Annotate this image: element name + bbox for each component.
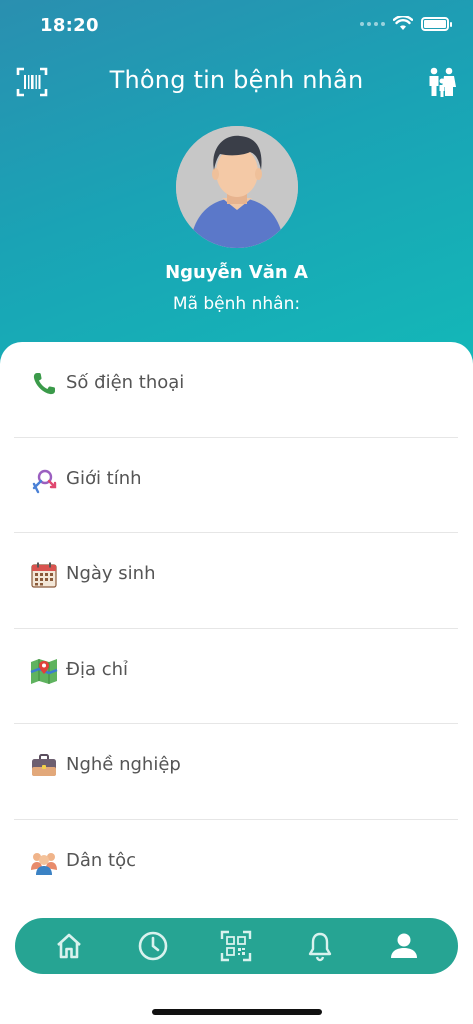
info-row-label: Nghề nghiệp — [66, 754, 181, 775]
nav-qr-scan[interactable] — [219, 929, 253, 963]
battery-icon — [421, 16, 452, 31]
info-row-occupation[interactable]: Nghề nghiệp — [14, 724, 458, 820]
gender-icon — [32, 469, 57, 493]
info-row-address[interactable]: Địa chỉ — [14, 629, 458, 724]
patient-code-label: Mã bệnh nhân: — [172, 294, 301, 314]
avatar-person-image — [176, 126, 298, 248]
clock-icon — [138, 931, 167, 961]
info-row-phone[interactable]: Số điện thoại — [14, 342, 458, 438]
info-row-label: Giới tính — [66, 467, 142, 489]
nav-profile[interactable] — [387, 929, 421, 963]
avatar[interactable] — [176, 126, 298, 248]
home-indicator — [152, 1009, 322, 1015]
signal-icon — [360, 21, 385, 26]
info-row-gender[interactable]: Giới tính — [14, 438, 458, 533]
family-button[interactable] — [427, 66, 457, 98]
nav-history[interactable] — [136, 929, 170, 963]
nav-notifications[interactable] — [303, 929, 337, 963]
phone-icon — [33, 373, 55, 395]
info-row-label: Số điện thoại — [66, 372, 185, 393]
qr-scan-icon — [221, 930, 252, 962]
profile-icon — [391, 933, 418, 958]
bottom-navigation — [15, 918, 458, 974]
family-icon — [429, 67, 456, 97]
info-row-label: Dân tộc — [66, 849, 136, 871]
info-row-ethnicity[interactable]: Dân tộc — [14, 820, 458, 916]
info-list: Số điện thoại Giới tính Ngày sinh Địa ch… — [14, 342, 458, 915]
map-icon — [30, 658, 58, 684]
info-row-label: Địa chỉ — [66, 658, 129, 680]
bell-icon — [309, 932, 332, 962]
info-row-label: Ngày sinh — [66, 563, 156, 584]
nav-home[interactable] — [52, 929, 86, 963]
wifi-icon — [393, 16, 413, 30]
briefcase-icon — [32, 754, 56, 776]
patient-name: Nguyễn Văn A — [165, 262, 308, 283]
people-icon — [31, 852, 57, 875]
page-title: Thông tin bệnh nhân — [109, 66, 364, 94]
info-row-birthday[interactable]: Ngày sinh — [14, 533, 458, 629]
status-bar: 18:20 — [0, 0, 473, 52]
status-icons — [360, 16, 452, 31]
home-icon — [57, 933, 81, 959]
calendar-icon — [31, 562, 57, 588]
status-time: 18:20 — [40, 15, 99, 36]
